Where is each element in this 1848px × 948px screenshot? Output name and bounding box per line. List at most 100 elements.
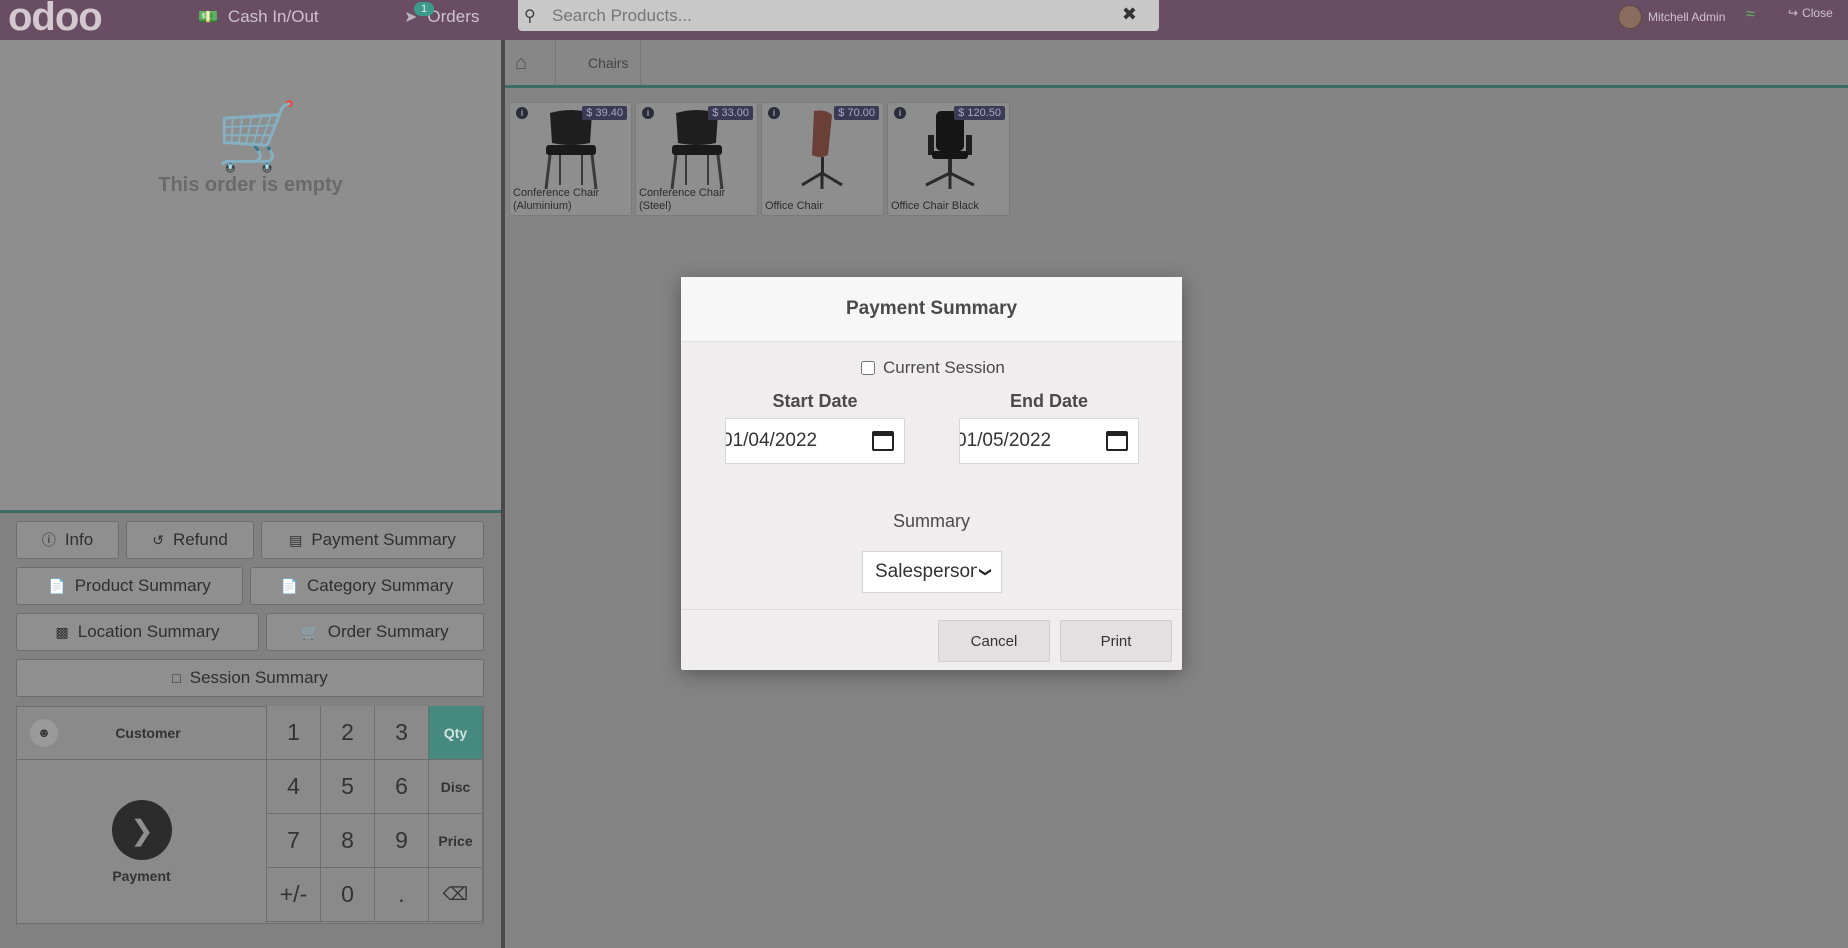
numpad-key-2[interactable]: 2 bbox=[321, 706, 375, 760]
product-summary-button[interactable]: 📄 Product Summary bbox=[16, 567, 243, 605]
info-button[interactable]: ⓘ Info bbox=[16, 521, 119, 559]
refund-button[interactable]: ↺ Refund bbox=[126, 521, 254, 559]
numpad-key-dot[interactable]: . bbox=[375, 868, 429, 922]
info-label: Info bbox=[64, 530, 94, 549]
shopping-cart-icon: 🛒 bbox=[216, 99, 299, 173]
user-name: Mitchell Admin bbox=[1648, 10, 1726, 24]
product-card[interactable]: i $ 70.00 Office Chair bbox=[761, 102, 884, 216]
calendar-icon[interactable] bbox=[1106, 431, 1128, 451]
payment-button[interactable]: ❯ bbox=[112, 800, 172, 860]
avatar bbox=[1618, 5, 1642, 29]
customer-button[interactable]: ☻ Customer bbox=[16, 706, 267, 760]
product-name: Conference Chair (Aluminium) bbox=[513, 187, 600, 212]
undo-icon: ↺ bbox=[152, 531, 164, 548]
chevron-right-icon: ❯ bbox=[130, 814, 154, 846]
product-price: $ 33.00 bbox=[708, 106, 753, 120]
product-price: $ 70.00 bbox=[834, 106, 879, 120]
close-label: Close bbox=[1802, 6, 1833, 20]
location-summary-button[interactable]: ▩ Location Summary bbox=[16, 613, 259, 651]
numpad-key-4[interactable]: 4 bbox=[267, 760, 321, 814]
session-summary-label: Session Summary bbox=[189, 668, 328, 687]
breadcrumb bbox=[505, 40, 1848, 88]
info-icon[interactable]: i bbox=[768, 107, 780, 119]
search-input[interactable] bbox=[550, 4, 1114, 27]
summary-label: Summary bbox=[892, 511, 970, 531]
file-text-icon: 📄 bbox=[280, 577, 298, 594]
payment-summary-button[interactable]: ▤ Payment Summary bbox=[261, 521, 484, 559]
backspace-button[interactable]: ⌫ bbox=[429, 868, 483, 922]
orders-label: Orders bbox=[427, 7, 480, 26]
location-summary-label: Location Summary bbox=[77, 622, 220, 641]
odoo-logo: odoo bbox=[8, 0, 103, 39]
product-card[interactable]: i $ 39.40 Conference Chair (Aluminium) bbox=[509, 102, 632, 216]
numpad-key-7[interactable]: 7 bbox=[267, 814, 321, 868]
numpad-key-plus-minus[interactable]: +/- bbox=[267, 868, 321, 922]
refund-label: Refund bbox=[172, 530, 228, 549]
cash-in-out-button[interactable]: 💵 Cash In/Out bbox=[198, 0, 319, 34]
customer-label: Customer bbox=[115, 724, 181, 741]
qty-mode-button[interactable]: Qty bbox=[429, 706, 483, 760]
wifi-icon: ≈ bbox=[1746, 6, 1755, 23]
sign-out-icon: ↪ bbox=[1788, 6, 1799, 20]
price-mode-button[interactable]: Price bbox=[429, 814, 483, 868]
chevron-down-icon: ❯ bbox=[979, 566, 994, 578]
current-session-toggle[interactable]: Current Session bbox=[861, 358, 1005, 378]
numpad-key-8[interactable]: 8 bbox=[321, 814, 375, 868]
office-chair-image bbox=[801, 110, 843, 189]
end-date-label: End Date bbox=[1009, 391, 1088, 411]
payment-summary-label: Payment Summary bbox=[311, 530, 456, 549]
summary-select[interactable]: Salesperson ❯ bbox=[862, 551, 1002, 593]
product-card[interactable]: i $ 33.00 Conference Chair (Steel) bbox=[635, 102, 758, 216]
numpad-key-3[interactable]: 3 bbox=[375, 706, 429, 760]
end-date-input[interactable]: 01/05/2022 bbox=[959, 418, 1139, 464]
order-summary-button[interactable]: 🛒 Order Summary bbox=[266, 613, 484, 651]
conference-chair-image bbox=[670, 110, 724, 190]
breadcrumb-separator bbox=[640, 40, 641, 85]
product-summary-label: Product Summary bbox=[74, 576, 211, 595]
order-summary-label: Order Summary bbox=[327, 622, 449, 641]
numpad-key-6[interactable]: 6 bbox=[375, 760, 429, 814]
close-button[interactable]: ↪ Close bbox=[1788, 6, 1833, 20]
category-summary-label: Category Summary bbox=[307, 576, 454, 595]
cancel-button[interactable]: Cancel bbox=[938, 620, 1050, 662]
credit-card-icon: ▤ bbox=[289, 531, 303, 548]
product-name: Conference Chair (Steel) bbox=[639, 187, 726, 212]
category-summary-button[interactable]: 📄 Category Summary bbox=[250, 567, 484, 605]
home-icon[interactable]: ⌂ bbox=[515, 52, 527, 75]
calendar-icon[interactable] bbox=[872, 431, 894, 451]
product-card[interactable]: i $ 120.50 Office Chair Black bbox=[887, 102, 1010, 216]
product-price: $ 120.50 bbox=[954, 106, 1005, 120]
summary-selected-value: Salesperson bbox=[875, 561, 977, 582]
user-menu[interactable]: Mitchell Admin bbox=[1618, 4, 1725, 30]
dialog-footer-divider bbox=[681, 609, 1182, 610]
office-chair-black-image bbox=[925, 111, 975, 189]
start-date-label: Start Date bbox=[772, 391, 858, 411]
numpad-key-0[interactable]: 0 bbox=[321, 868, 375, 922]
user-icon: ☻ bbox=[30, 718, 58, 747]
current-session-label: Current Session bbox=[883, 358, 1005, 377]
numpad-key-5[interactable]: 5 bbox=[321, 760, 375, 814]
print-button[interactable]: Print bbox=[1060, 620, 1172, 662]
session-summary-button[interactable]: □ Session Summary bbox=[16, 659, 484, 697]
info-icon[interactable]: i bbox=[642, 107, 654, 119]
current-session-checkbox[interactable] bbox=[861, 361, 875, 375]
numpad-key-1[interactable]: 1 bbox=[267, 706, 321, 760]
end-date-value: 01/05/2022 bbox=[959, 430, 1052, 451]
info-icon[interactable]: i bbox=[516, 107, 528, 119]
numpad-key-9[interactable]: 9 bbox=[375, 814, 429, 868]
cart-icon: 🛒 bbox=[301, 623, 319, 640]
cash-in-out-label: Cash In/Out bbox=[227, 7, 319, 26]
info-icon[interactable]: i bbox=[894, 107, 906, 119]
product-search-bar: ⚲ ✖ bbox=[518, 0, 1159, 31]
start-date-input[interactable]: 01/04/2022 bbox=[725, 418, 905, 464]
file-icon: 📄 bbox=[48, 577, 66, 594]
payment-label: Payment bbox=[112, 868, 171, 884]
money-icon: 💵 bbox=[198, 9, 218, 26]
product-name: Office Chair Black bbox=[891, 200, 979, 212]
start-date-value: 01/04/2022 bbox=[725, 430, 818, 451]
disc-mode-button[interactable]: Disc bbox=[429, 760, 483, 814]
info-icon: ⓘ bbox=[41, 532, 56, 548]
breadcrumb-category-chairs[interactable]: Chairs bbox=[588, 55, 628, 71]
clear-search-icon[interactable]: ✖ bbox=[1122, 4, 1137, 25]
note-icon: □ bbox=[172, 670, 181, 686]
